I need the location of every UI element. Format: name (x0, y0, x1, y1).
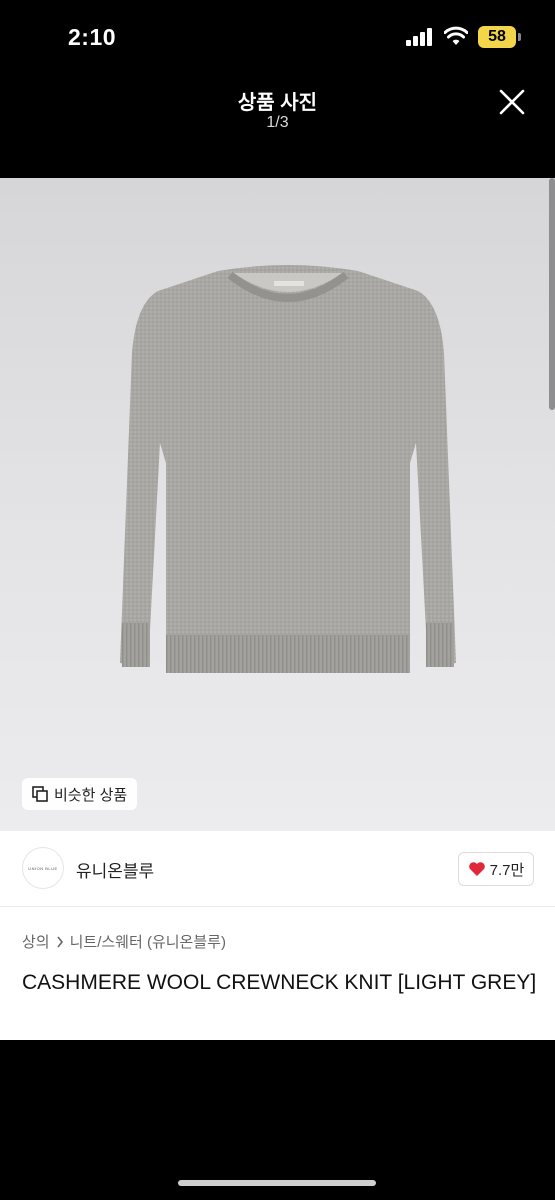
scrollbar[interactable] (549, 178, 555, 410)
photo-counter: 1/3 (266, 114, 289, 131)
similar-items-icon (32, 786, 48, 802)
breadcrumb: 상의 니트/스웨터 (유니온블루) (22, 931, 226, 952)
cellular-signal-icon (406, 28, 434, 46)
sweater-image (120, 265, 456, 673)
close-icon[interactable] (496, 86, 528, 118)
product-title: CASHMERE WOOL CREWNECK KNIT [LIGHT GREY] (22, 971, 537, 994)
wifi-icon (444, 26, 468, 45)
chevron-right-icon (56, 936, 63, 947)
product-info-sheet: UNION BLUE 유니온블루 7.7만 상의 니트/스웨터 (유니온블루) … (0, 831, 555, 1040)
product-photo[interactable]: 비슷한 상품 (0, 178, 555, 831)
similar-items-label: 비슷한 상품 (54, 786, 128, 804)
battery-tip (518, 33, 521, 41)
similar-items-button[interactable]: 비슷한 상품 (22, 778, 138, 810)
status-bar: 2:10 58 (0, 0, 555, 70)
like-button[interactable]: 7.7만 (458, 852, 534, 886)
battery-icon: 58 (478, 26, 516, 48)
home-indicator[interactable] (178, 1180, 376, 1186)
heart-icon (468, 862, 485, 876)
breadcrumb-category[interactable]: 상의 (22, 931, 50, 952)
like-count: 7.7만 (489, 861, 525, 879)
breadcrumb-subcategory[interactable]: 니트/스웨터 (유니온블루) (70, 931, 226, 952)
viewer-header: 상품 사진 1/3 (0, 80, 555, 170)
brand-name[interactable]: 유니온블루 (76, 857, 154, 882)
brand-row[interactable]: UNION BLUE 유니온블루 7.7만 (0, 831, 555, 907)
page-title: 상품 사진 (237, 92, 318, 114)
status-time: 2:10 (68, 24, 117, 50)
brand-logo[interactable]: UNION BLUE (22, 847, 64, 889)
